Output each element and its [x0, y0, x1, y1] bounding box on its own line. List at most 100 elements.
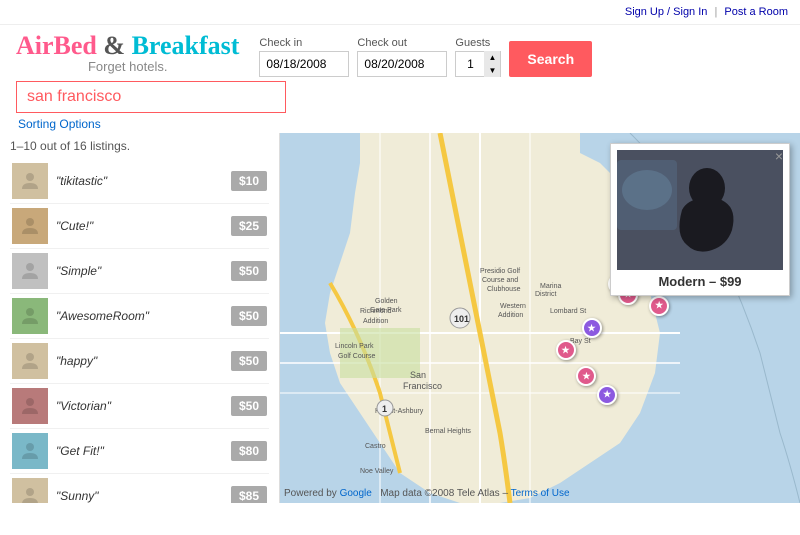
map-pin[interactable]: ★ [597, 385, 617, 405]
checkin-label: Check in [259, 37, 349, 49]
svg-text:Addition: Addition [498, 312, 523, 319]
person-icon [18, 304, 42, 328]
guests-decrement[interactable]: ▼ [484, 64, 500, 77]
svg-text:Presidio Golf: Presidio Golf [480, 268, 520, 275]
checkout-field-group: Check out [357, 37, 447, 77]
listing-item[interactable]: "AwesomeRoom" $50 [10, 294, 269, 339]
listing-name: "Simple" [56, 264, 223, 278]
checkin-field-group: Check in [259, 37, 349, 77]
listing-thumbnail [12, 343, 48, 379]
listing-name: "happy" [56, 354, 223, 368]
listing-price: $50 [231, 261, 267, 281]
person-icon [18, 169, 42, 193]
person-icon [18, 349, 42, 373]
listing-name: "AwesomeRoom" [56, 309, 223, 323]
location-bar: Sorting Options [0, 77, 800, 133]
listing-item[interactable]: "tikitastic" $10 [10, 159, 269, 204]
svg-text:Course and: Course and [482, 277, 518, 284]
map-popup: × Modern – $99 [610, 143, 790, 296]
google-link[interactable]: Google [340, 488, 372, 499]
listing-price: $25 [231, 216, 267, 236]
header: AirBed & Breakfast Forget hotels. Check … [0, 25, 800, 77]
svg-text:101: 101 [454, 314, 469, 324]
person-icon [18, 259, 42, 283]
guests-group: Guests ▲ ▼ [455, 37, 501, 77]
svg-text:Bernal Heights: Bernal Heights [425, 428, 471, 435]
logo-area: AirBed & Breakfast Forget hotels. [16, 31, 239, 74]
post-room-link[interactable]: Post a Room [724, 6, 788, 18]
checkin-input[interactable] [259, 51, 349, 77]
svg-text:Castro: Castro [365, 443, 386, 450]
listings-count: 1–10 out of 16 listings. [10, 139, 269, 153]
signup-link[interactable]: Sign Up / Sign In [625, 6, 708, 18]
svg-text:Marina: Marina [540, 283, 562, 290]
listing-name: "Cute!" [56, 219, 223, 233]
popup-label: Modern – $99 [617, 274, 783, 289]
map-pin[interactable]: ★ [556, 340, 576, 360]
map-pin[interactable]: ★ [576, 366, 596, 386]
listing-thumbnail [12, 163, 48, 199]
svg-text:Western: Western [500, 303, 526, 310]
listing-price: $85 [231, 486, 267, 503]
logo-breakfast: Breakfast [132, 31, 240, 60]
listing-name: "Victorian" [56, 399, 223, 413]
guests-input[interactable] [456, 57, 484, 71]
main-content: 1–10 out of 16 listings. "tikitastic" $1… [0, 133, 800, 503]
listing-name: "tikitastic" [56, 174, 223, 188]
spinner-buttons: ▲ ▼ [484, 51, 500, 77]
person-icon [18, 394, 42, 418]
search-fields: Check in Check out Guests ▲ ▼ Search [259, 31, 784, 77]
search-button[interactable]: Search [509, 41, 592, 77]
sorting-options-link[interactable]: Sorting Options [18, 117, 784, 131]
guests-increment[interactable]: ▲ [484, 51, 500, 64]
listing-item[interactable]: "Sunny" $85 [10, 474, 269, 503]
listing-thumbnail [12, 478, 48, 503]
map-pin[interactable]: ★ [649, 296, 669, 316]
svg-text:Gate Park: Gate Park [370, 307, 402, 314]
svg-text:Golf Course: Golf Course [338, 353, 375, 360]
listing-item[interactable]: "Victorian" $50 [10, 384, 269, 429]
terms-link[interactable]: Terms of Use [511, 488, 570, 499]
svg-text:San: San [410, 370, 426, 380]
popup-close-button[interactable]: × [775, 148, 783, 164]
listing-item[interactable]: "happy" $50 [10, 339, 269, 384]
svg-text:Noe Valley: Noe Valley [360, 468, 394, 475]
topbar: Sign Up / Sign In | Post a Room [0, 0, 800, 25]
listing-thumbnail [12, 433, 48, 469]
svg-text:Clubhouse: Clubhouse [487, 286, 521, 293]
listing-item[interactable]: "Get Fit!" $80 [10, 429, 269, 474]
listing-price: $50 [231, 351, 267, 371]
guests-label: Guests [455, 37, 501, 49]
svg-text:District: District [535, 291, 556, 298]
logo-subtitle: Forget hotels. [16, 59, 239, 74]
map-container: San Francisco Lincoln Park Golf Course R… [280, 133, 800, 503]
listing-price: $50 [231, 396, 267, 416]
listing-name: "Get Fit!" [56, 444, 223, 458]
listing-thumbnail [12, 388, 48, 424]
listing-item[interactable]: "Cute!" $25 [10, 204, 269, 249]
listings-list: "tikitastic" $10 "Cute!" $25 "Simple" $5… [10, 159, 269, 503]
svg-text:Francisco: Francisco [403, 381, 442, 391]
listing-thumbnail [12, 253, 48, 289]
location-input[interactable] [16, 81, 286, 113]
map-pin[interactable]: ★ [582, 318, 602, 338]
popup-photo [617, 150, 783, 270]
listing-price: $80 [231, 441, 267, 461]
listing-name: "Sunny" [56, 489, 223, 503]
listing-price: $10 [231, 171, 267, 191]
checkout-input[interactable] [357, 51, 447, 77]
checkout-label: Check out [357, 37, 447, 49]
svg-text:Lincoln Park: Lincoln Park [335, 343, 374, 350]
svg-text:Addition: Addition [363, 318, 388, 325]
person-icon [18, 214, 42, 238]
person-icon [18, 439, 42, 463]
listing-thumbnail [12, 298, 48, 334]
logo-title: AirBed & Breakfast [16, 31, 239, 61]
listing-thumbnail [12, 208, 48, 244]
listing-price: $50 [231, 306, 267, 326]
listing-item[interactable]: "Simple" $50 [10, 249, 269, 294]
map-footer: Powered by Google Map data ©2008 Tele At… [284, 488, 570, 499]
svg-text:Lombard St: Lombard St [550, 308, 586, 315]
logo-airbed: AirBed [16, 31, 97, 60]
person-icon [18, 484, 42, 503]
